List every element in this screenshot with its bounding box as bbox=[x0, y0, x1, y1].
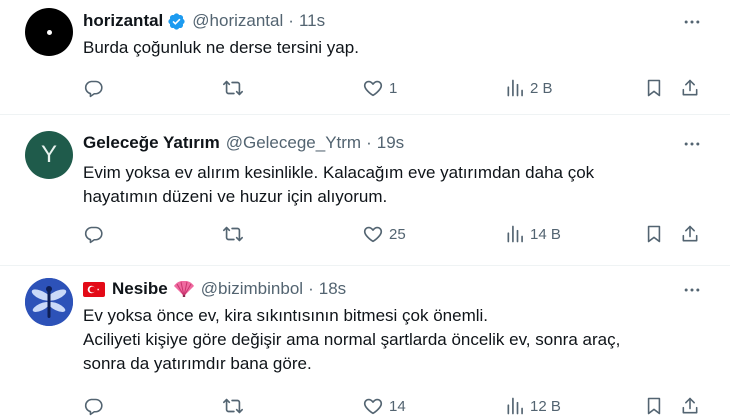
avatar[interactable] bbox=[25, 278, 73, 326]
tweet-actions: 1 2 B bbox=[0, 76, 730, 100]
more-options-icon[interactable] bbox=[682, 134, 702, 154]
reply-button[interactable] bbox=[83, 76, 104, 100]
tweet-text-line: Evim yoksa ev alırım kesinlikle. Kalacağ… bbox=[83, 163, 595, 182]
dragonfly-icon bbox=[25, 278, 73, 326]
author-name[interactable]: Geleceğe Yatırım bbox=[83, 133, 220, 153]
share-button[interactable] bbox=[680, 76, 700, 100]
heart-icon bbox=[362, 77, 384, 99]
tweet-header: horizantal @horizantal · 11s bbox=[83, 10, 325, 32]
author-name[interactable]: horizantal bbox=[83, 11, 163, 31]
separator: · bbox=[308, 279, 314, 298]
separator: · bbox=[288, 11, 294, 30]
like-count: 14 bbox=[389, 397, 406, 415]
views-button[interactable]: 14 B bbox=[505, 222, 561, 246]
heart-icon bbox=[362, 223, 384, 245]
retweet-icon bbox=[222, 223, 244, 245]
like-button[interactable]: 25 bbox=[362, 222, 406, 246]
retweet-button[interactable] bbox=[222, 222, 244, 246]
reply-button[interactable] bbox=[83, 222, 104, 246]
view-count: 2 B bbox=[530, 79, 553, 97]
timeline-feed: horizantal @horizantal · 11s Burda çoğun… bbox=[0, 0, 730, 420]
timestamp[interactable]: 19s bbox=[377, 133, 404, 153]
avatar-letter: Y bbox=[40, 141, 57, 168]
view-count: 14 B bbox=[530, 225, 561, 243]
like-button[interactable]: 1 bbox=[362, 76, 397, 100]
author-name[interactable]: Nesibe bbox=[112, 279, 168, 299]
share-icon bbox=[680, 224, 700, 244]
tweet-actions: 25 14 B bbox=[0, 222, 730, 246]
more-options-icon[interactable] bbox=[682, 280, 702, 300]
bookmark-button[interactable] bbox=[644, 222, 664, 246]
author-handle[interactable]: @horizantal bbox=[192, 11, 283, 31]
separator: · bbox=[366, 133, 372, 152]
share-icon bbox=[680, 396, 700, 416]
turkey-flag-icon bbox=[83, 281, 105, 297]
tweet-text-line: Ev yoksa önce ev, kira sıkıntısının bitm… bbox=[83, 306, 489, 325]
more-options-icon[interactable] bbox=[682, 12, 702, 32]
views-chart-icon bbox=[505, 78, 525, 98]
author-handle[interactable]: @Gelecege_Ytrm bbox=[226, 133, 361, 153]
bookmark-icon bbox=[644, 78, 664, 98]
tweet-text: Burda çoğunluk ne derse tersini yap. bbox=[83, 36, 693, 60]
bookmark-button[interactable] bbox=[644, 76, 664, 100]
reply-icon bbox=[83, 78, 104, 99]
author-handle[interactable]: @bizimbinbol bbox=[201, 279, 303, 299]
tweet-text: Evim yoksa ev alırım kesinlikle. Kalacağ… bbox=[83, 161, 693, 209]
tweet-text: Ev yoksa önce ev, kira sıkıntısının bitm… bbox=[83, 304, 693, 376]
tweet[interactable]: Y Geleceğe Yatırım @Gelecege_Ytrm · 19s … bbox=[0, 115, 730, 266]
avatar[interactable] bbox=[25, 8, 73, 56]
like-button[interactable]: 14 bbox=[362, 394, 406, 418]
share-icon bbox=[680, 78, 700, 98]
like-count: 1 bbox=[389, 79, 398, 97]
like-count: 25 bbox=[389, 225, 406, 243]
retweet-icon bbox=[222, 395, 244, 417]
avatar-dot bbox=[46, 29, 52, 35]
tweet[interactable]: Nesibe @bizimbinbol · 18s Ev yoksa önce … bbox=[0, 266, 730, 420]
retweet-button[interactable] bbox=[222, 394, 244, 418]
folding-fan-icon bbox=[173, 281, 195, 297]
tweet-text-line: Burda çoğunluk ne derse tersini yap. bbox=[83, 38, 359, 57]
heart-icon bbox=[362, 395, 384, 417]
tweet-text-line: sonra da yatırımdır bana göre. bbox=[83, 354, 312, 373]
reply-icon bbox=[83, 396, 104, 417]
retweet-icon bbox=[222, 77, 244, 99]
tweet-header: Nesibe @bizimbinbol · 18s bbox=[83, 278, 346, 300]
tweet-text-line: hayatımın düzeni ve huzur için alıyorum. bbox=[83, 187, 388, 206]
avatar[interactable]: Y bbox=[25, 131, 73, 179]
tweet-text-line: Aciliyeti kişiye göre değişir ama normal… bbox=[83, 330, 621, 349]
reply-button[interactable] bbox=[83, 394, 104, 418]
verified-badge-icon bbox=[167, 12, 186, 31]
views-button[interactable]: 12 B bbox=[505, 394, 561, 418]
views-chart-icon bbox=[505, 224, 525, 244]
timestamp[interactable]: 11s bbox=[299, 11, 325, 31]
share-button[interactable] bbox=[680, 394, 700, 418]
tweet[interactable]: horizantal @horizantal · 11s Burda çoğun… bbox=[0, 0, 730, 115]
timestamp[interactable]: 18s bbox=[319, 279, 346, 299]
tweet-actions: 14 12 B bbox=[0, 394, 730, 418]
retweet-button[interactable] bbox=[222, 76, 244, 100]
reply-icon bbox=[83, 224, 104, 245]
bookmark-icon bbox=[644, 224, 664, 244]
bookmark-button[interactable] bbox=[644, 394, 664, 418]
bookmark-icon bbox=[644, 396, 664, 416]
views-button[interactable]: 2 B bbox=[505, 76, 553, 100]
views-chart-icon bbox=[505, 396, 525, 416]
tweet-header: Geleceğe Yatırım @Gelecege_Ytrm · 19s bbox=[83, 132, 404, 154]
view-count: 12 B bbox=[530, 397, 561, 415]
share-button[interactable] bbox=[680, 222, 700, 246]
